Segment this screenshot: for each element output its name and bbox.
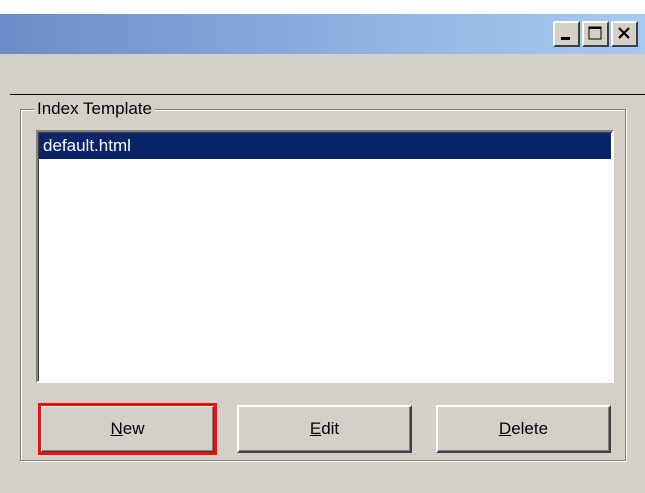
list-item[interactable]: default.html: [39, 133, 611, 159]
maximize-icon: [588, 26, 602, 40]
title-bar[interactable]: [0, 14, 645, 54]
window-controls: [551, 21, 638, 47]
group-label: Index Template: [34, 99, 155, 119]
edit-button-label: Edit: [309, 419, 340, 438]
close-icon: [618, 27, 630, 39]
minimize-button[interactable]: [553, 21, 580, 47]
menu-bar: [0, 54, 645, 94]
new-button-label: New: [110, 419, 145, 438]
delete-button-label: Delete: [498, 419, 549, 438]
minimize-icon: [561, 37, 570, 40]
menu-separator: [10, 94, 645, 95]
edit-button[interactable]: Edit: [237, 405, 412, 453]
delete-button[interactable]: Delete: [436, 405, 611, 453]
close-button[interactable]: [611, 21, 638, 47]
maximize-button[interactable]: [582, 21, 609, 47]
new-button[interactable]: New: [38, 403, 217, 455]
template-listbox[interactable]: default.html: [36, 130, 614, 383]
